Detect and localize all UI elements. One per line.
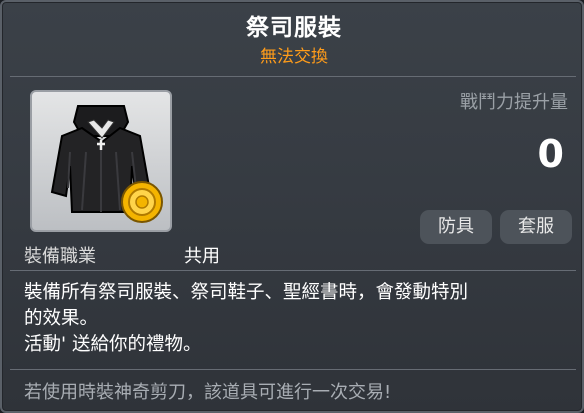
tag-set: 套服 [500, 210, 572, 244]
job-value: 共用 [184, 246, 220, 267]
description-line: 裝備所有祭司服裝、祭司鞋子、聖經書時，會發動特別 [24, 282, 469, 303]
description-line: 的效果。 [24, 308, 99, 329]
item-name: 祭司服裝 [246, 15, 342, 41]
combat-power-value: 0 [537, 132, 564, 176]
divider-top [10, 76, 576, 77]
item-tooltip: 祭司服裝 無法交換 戰鬥力提升量 0 防具 套服 裝備職業 共用 裝備所有祭司服… [0, 0, 584, 413]
combat-power-label: 戰鬥力提升量 [460, 92, 568, 113]
item-icon-frame [30, 90, 172, 232]
item-description: 裝備所有祭司服裝、祭司鞋子、聖經書時，會發動特別 的效果。 活動' 送給你的禮物… [24, 280, 574, 358]
job-label: 裝備職業 [24, 246, 96, 267]
trade-status: 無法交換 [260, 47, 328, 67]
tag-armor: 防具 [420, 210, 492, 244]
divider-middle [10, 270, 576, 271]
divider-bottom [10, 369, 576, 370]
description-line: 活動' 送給你的禮物。 [24, 334, 202, 355]
priest-robe-icon [50, 105, 163, 223]
scissors-note: 若使用時裝神奇剪刀，該道具可進行一次交易! [24, 382, 392, 403]
